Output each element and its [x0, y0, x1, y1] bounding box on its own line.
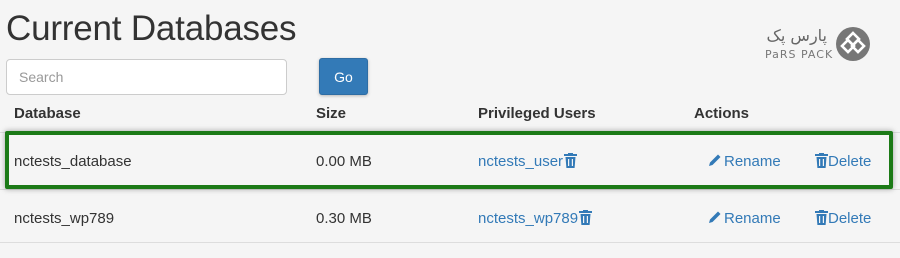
- go-button[interactable]: Go: [319, 58, 368, 95]
- rename-link[interactable]: Rename: [724, 153, 781, 170]
- pencil-icon: [709, 154, 721, 167]
- column-header-actions: Actions: [694, 105, 750, 122]
- trash-icon: [815, 152, 828, 168]
- trash-icon[interactable]: [579, 209, 593, 225]
- column-header-size[interactable]: Size: [316, 105, 346, 122]
- rename-link[interactable]: Rename: [724, 210, 781, 227]
- column-header-database[interactable]: Database: [14, 105, 81, 122]
- database-size: 0.00 MB: [316, 153, 372, 170]
- privileged-user: nctests_wp789: [478, 192, 593, 246]
- page-title: Current Databases: [6, 9, 297, 48]
- table-row: nctests_wp789 0.30 MB nctests_wp789 Rena…: [0, 189, 900, 243]
- pencil-icon: [709, 211, 721, 224]
- delete-link[interactable]: Delete: [828, 210, 871, 227]
- trash-icon: [815, 209, 828, 225]
- privileged-user-link[interactable]: nctests_user: [478, 153, 563, 170]
- database-name: nctests_wp789: [14, 210, 115, 227]
- logo-text-en: PaRS PACK: [765, 48, 834, 61]
- delete-link[interactable]: Delete: [828, 153, 871, 170]
- delete-action[interactable]: Delete: [814, 135, 871, 189]
- privileged-user: nctests_user: [478, 135, 578, 189]
- rename-action[interactable]: Rename: [708, 192, 781, 246]
- parspack-logo-icon: [836, 27, 870, 61]
- table-row: nctests_database 0.00 MB nctests_user Re…: [0, 132, 900, 186]
- column-header-privileged-users: Privileged Users: [478, 105, 596, 122]
- database-size: 0.30 MB: [316, 210, 372, 227]
- delete-action[interactable]: Delete: [814, 192, 871, 246]
- trash-icon[interactable]: [564, 152, 578, 168]
- logo-text-fa: پارس پک: [766, 26, 827, 45]
- rename-action[interactable]: Rename: [708, 135, 781, 189]
- database-name: nctests_database: [14, 153, 132, 170]
- parspack-logo: پارس پک PaRS PACK: [765, 26, 875, 70]
- privileged-user-link[interactable]: nctests_wp789: [478, 210, 578, 227]
- search-input[interactable]: [6, 59, 287, 95]
